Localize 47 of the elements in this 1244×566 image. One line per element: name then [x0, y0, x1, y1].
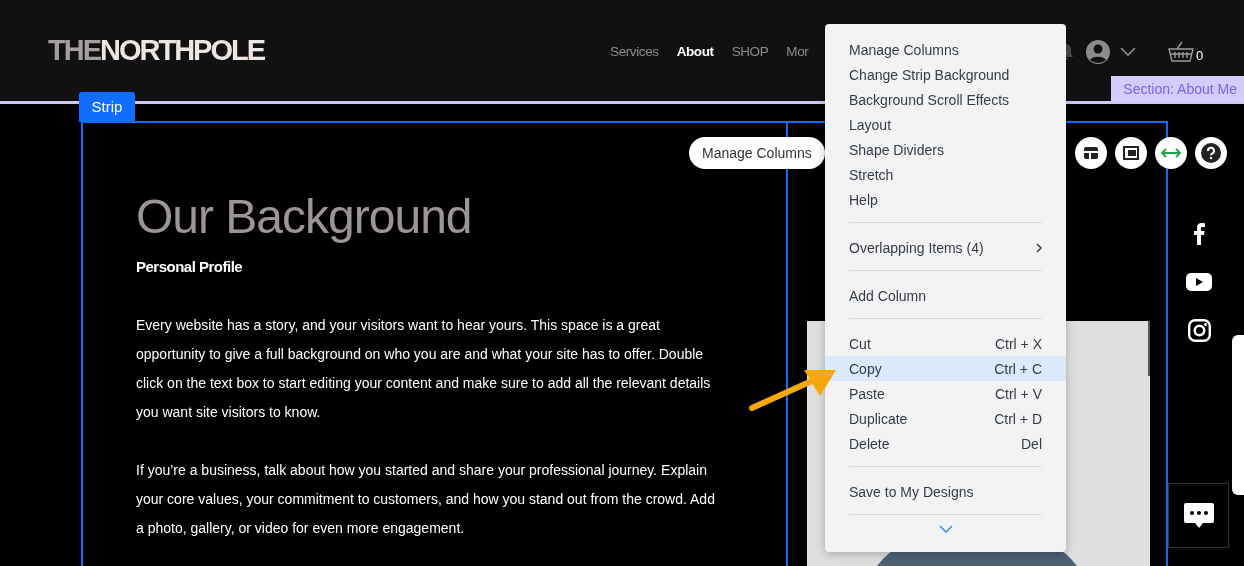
menu-item-label: Change Strip Background — [849, 66, 1010, 83]
shortcut-label: Ctrl + D — [994, 410, 1042, 427]
body-paragraph: If you’re a business, talk about how you started and share your professional journey. Explain your core values, your commitment to customers, and how you stand out from the crowd. Add a photo, gallery, or video for even more engagement. — [136, 461, 716, 538]
menu-item-label: Paste — [849, 385, 885, 402]
menu-item-label: Background Scroll Effects — [849, 91, 1010, 108]
menu-item-label: Help — [849, 191, 878, 208]
subheading: Personal Profile — [136, 258, 244, 275]
menu-item[interactable]: Copy Ctrl + C — [825, 356, 1066, 381]
menu-item[interactable]: Cut Ctrl + X — [825, 331, 1066, 356]
menu-item-label: Overlapping Items (4) — [849, 239, 984, 256]
menu-item-label: Add Column — [849, 287, 927, 304]
menu-item[interactable]: Shape Dividers — [825, 137, 1066, 162]
menu-item[interactable]: Layout — [825, 112, 1066, 137]
menu-item[interactable]: Add Column — [825, 283, 1066, 308]
nav-link[interactable]: Services — [610, 43, 659, 59]
menu-item[interactable]: Stretch — [825, 162, 1066, 187]
page-heading: Our Background — [136, 189, 473, 245]
shortcut-label: Del — [1021, 435, 1042, 452]
shortcut-label: Ctrl + C — [994, 360, 1042, 377]
menu-item[interactable]: Background Scroll Effects — [825, 87, 1066, 112]
manage-columns-button[interactable]: Manage Columns — [689, 137, 825, 169]
menu-item-label: Delete — [849, 435, 890, 452]
menu-item-label: Copy — [849, 360, 882, 377]
menu-item-label: Manage Columns — [849, 41, 959, 58]
site-logo[interactable]: THENORTHPOLE — [48, 33, 265, 67]
nav-link[interactable]: About — [676, 43, 714, 59]
menu-item[interactable]: Save to My Designs — [825, 479, 1066, 504]
menu-item-label: Duplicate — [849, 410, 908, 427]
body-paragraph: Every website has a story, and your visitors want to hear yours. This space is a great opportunity to give a full background on who you are and what your site has to offer. Double click on the text box to start editing your content and make sure to add all the relevant details you want site visitors to know. — [136, 316, 712, 422]
strip-label[interactable]: Strip — [79, 92, 135, 122]
menu-item[interactable]: Overlapping Items (4) — [825, 235, 1066, 260]
shortcut-label: Ctrl + X — [994, 335, 1042, 352]
menu-item[interactable]: Help — [825, 187, 1066, 212]
menu-item[interactable]: Manage Columns — [825, 37, 1066, 62]
nav-link[interactable]: Mor — [786, 43, 809, 59]
cart-count: 0 — [1196, 47, 1204, 63]
menu-item[interactable]: Duplicate Ctrl + D — [825, 406, 1066, 431]
menu-item-label: Layout — [849, 116, 892, 133]
menu-item[interactable]: Delete Del — [825, 431, 1066, 456]
menu-item-label: Cut — [849, 335, 871, 352]
menu-item[interactable]: Paste Ctrl + V — [825, 381, 1066, 406]
menu-item[interactable]: Change Strip Background — [825, 62, 1066, 87]
menu-item-label: Save to My Designs — [849, 483, 974, 500]
shortcut-label: Ctrl + V — [994, 385, 1042, 402]
menu-item-label: Stretch — [849, 166, 894, 183]
menu-item-label: Shape Dividers — [849, 141, 944, 158]
nav-link[interactable]: SHOP — [731, 43, 769, 59]
